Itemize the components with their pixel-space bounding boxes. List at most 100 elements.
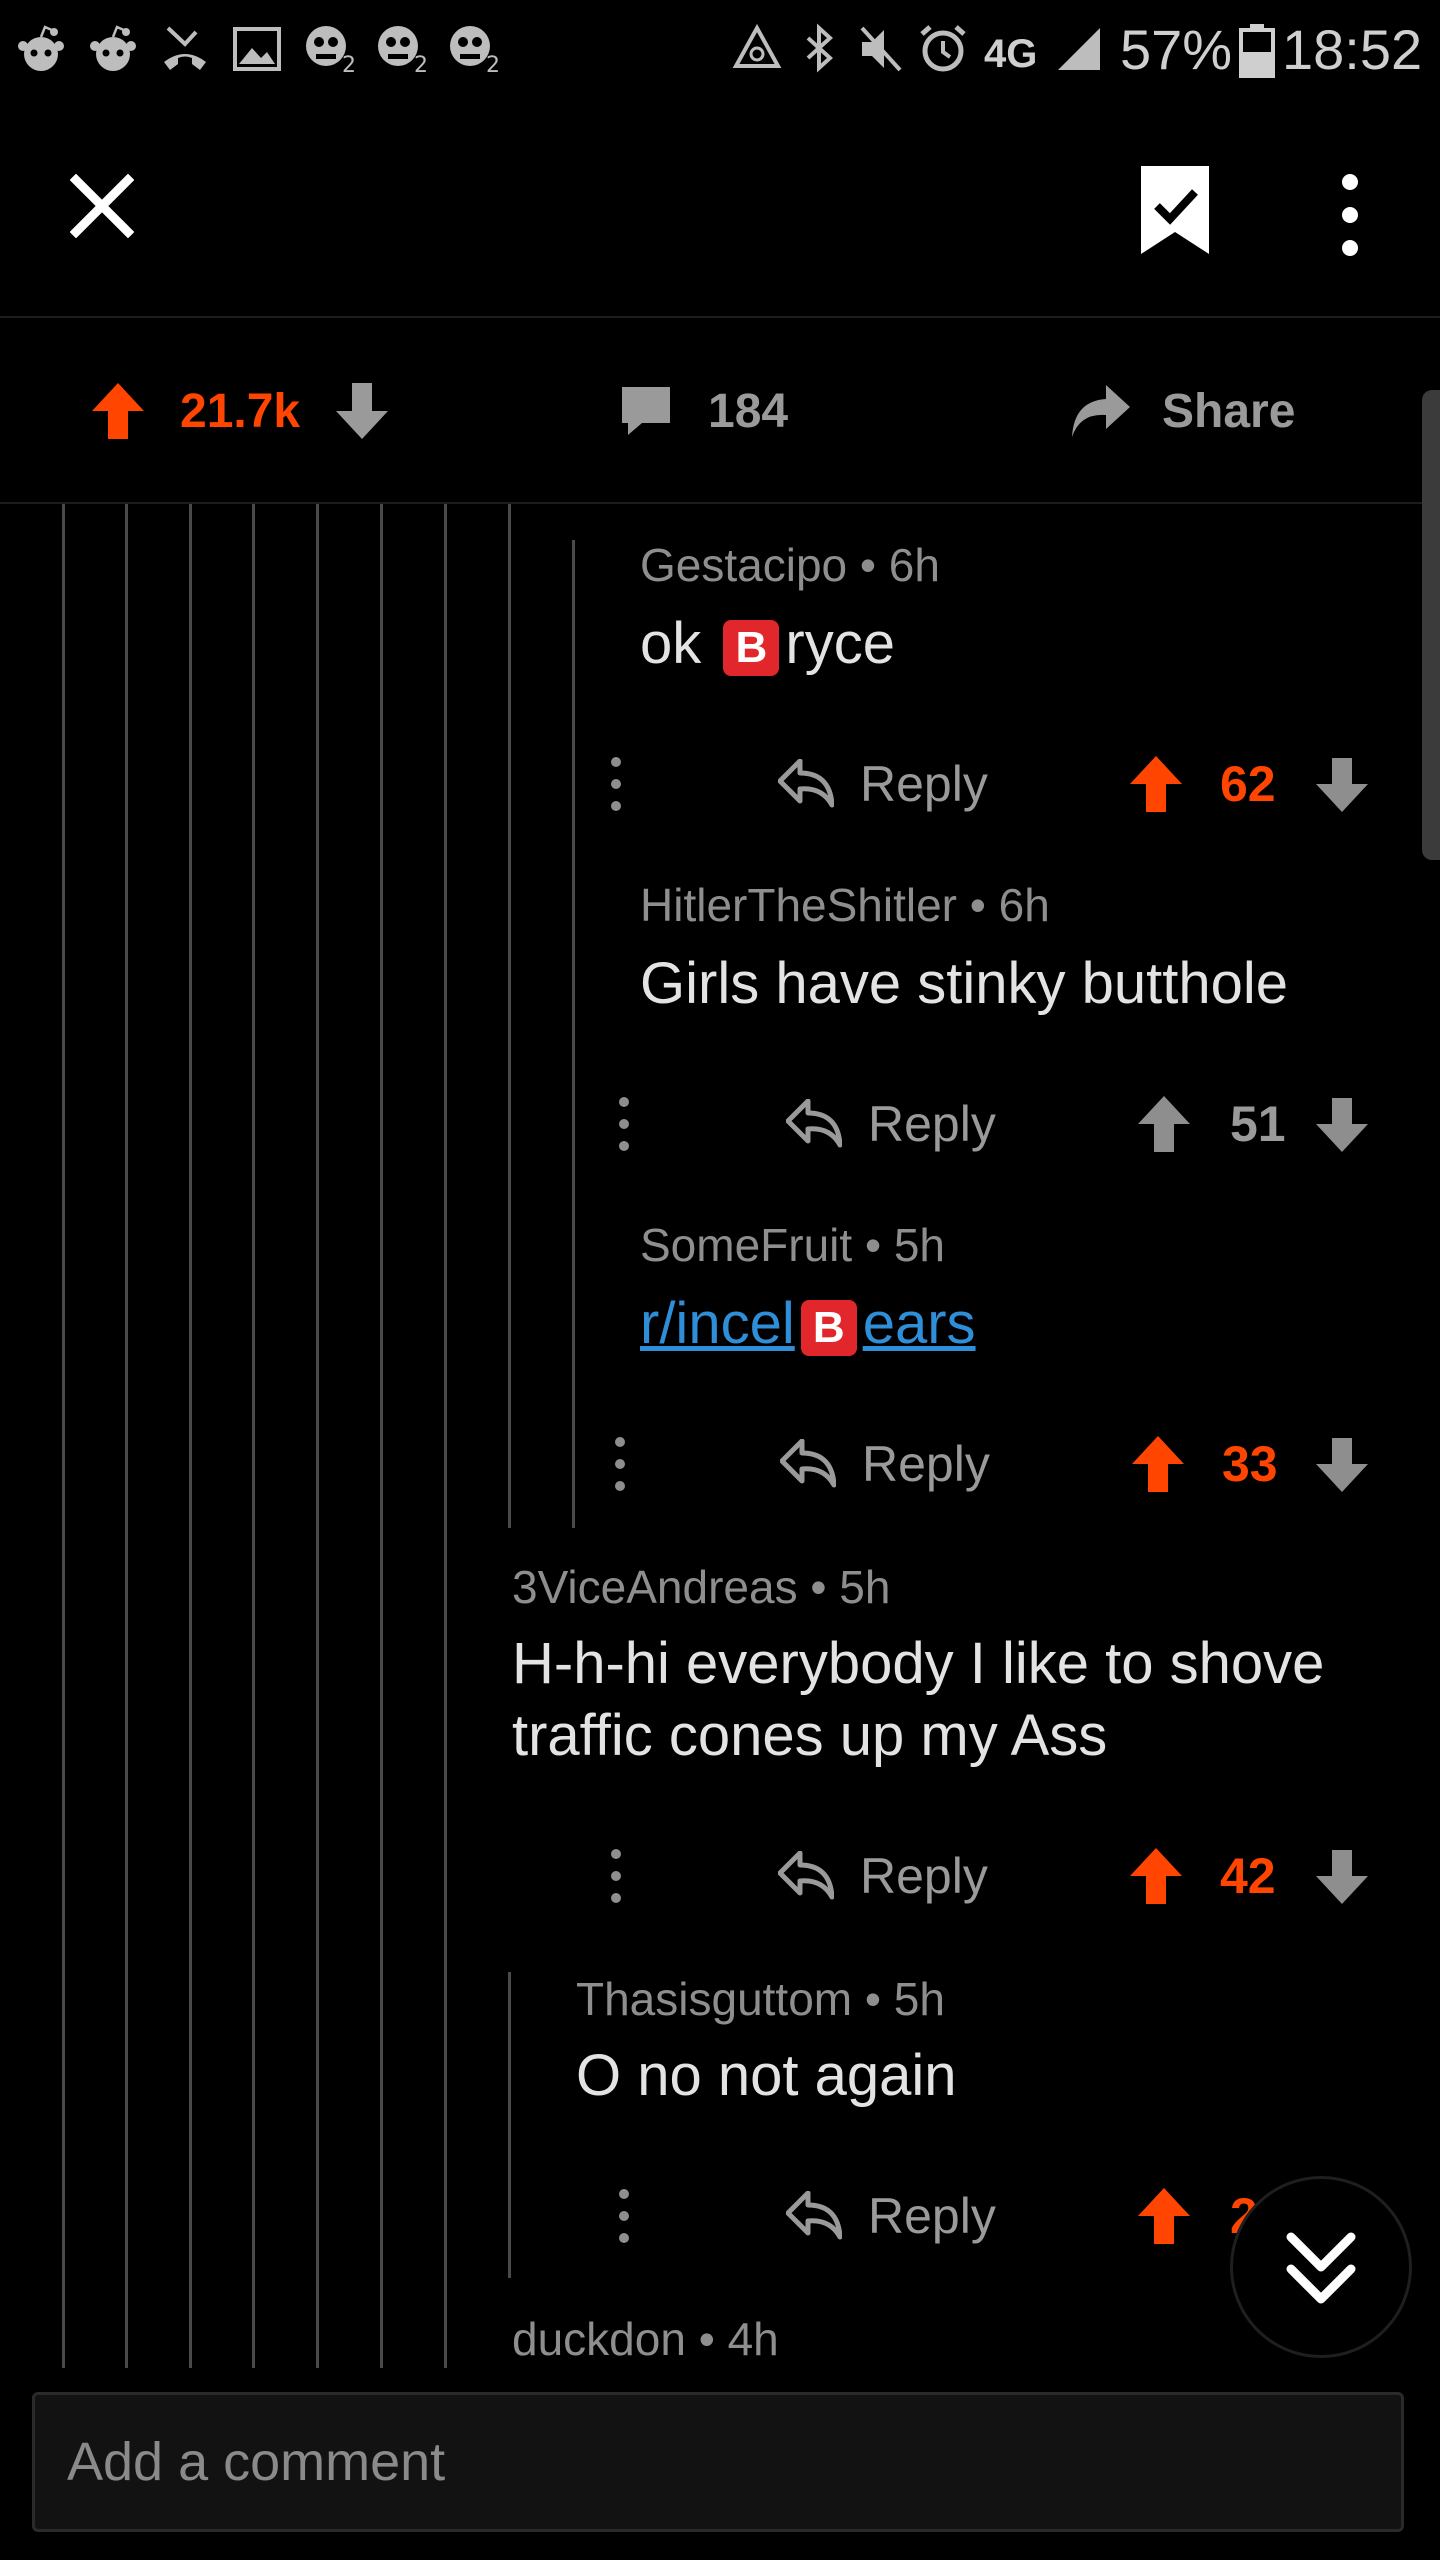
vote-count: 62	[1220, 756, 1276, 812]
comment-age: 6h	[998, 879, 1050, 931]
comment-age: 5h	[893, 1219, 946, 1271]
image-icon	[230, 22, 284, 76]
kebab-menu-icon	[615, 1437, 625, 1491]
reply-label: Reply	[868, 1096, 996, 1152]
thread-line	[572, 540, 575, 1528]
bookmark-check-icon	[1141, 166, 1209, 254]
comment-more-button[interactable]	[604, 754, 628, 814]
recycle-icon	[730, 22, 784, 76]
kebab-menu-icon	[619, 2189, 629, 2243]
thread-line	[62, 504, 65, 2368]
kebab-menu-icon	[611, 1849, 621, 1903]
upvote-arrow-icon	[1130, 756, 1182, 812]
separator-dot: •	[859, 539, 889, 591]
mute-icon	[854, 22, 908, 76]
comment-more-button[interactable]	[612, 1094, 636, 1154]
upvote-arrow-icon	[1138, 1096, 1190, 1152]
reply-button[interactable]: Reply	[778, 748, 988, 820]
next-comment-button[interactable]	[1230, 2176, 1412, 2358]
missed-call-icon	[158, 22, 212, 76]
link-text: r/incel	[640, 1291, 795, 1356]
reply-arrow-icon	[778, 759, 834, 808]
vote-count: 42	[1220, 1848, 1276, 1904]
upvote-button[interactable]	[1128, 754, 1184, 814]
reddit-icon	[86, 22, 140, 76]
thread-line	[189, 504, 192, 2368]
comment-more-button[interactable]	[604, 1846, 628, 1906]
downvote-arrow-icon	[1316, 1850, 1368, 1904]
more-options-button[interactable]	[1325, 170, 1375, 260]
downvote-button[interactable]	[1314, 1096, 1370, 1154]
svg-text:2: 2	[486, 53, 500, 76]
post-downvote-button[interactable]	[334, 376, 390, 446]
b-button-emoji-icon: B	[800, 1299, 857, 1356]
upvote-button[interactable]	[1130, 1434, 1186, 1494]
share-arrow-icon	[1072, 385, 1130, 437]
separator-dot: •	[810, 1561, 840, 1613]
separator-dot: •	[698, 2313, 728, 2365]
comment-age: 6h	[888, 539, 940, 591]
network-4g-icon: 4G	[984, 32, 1038, 76]
separator-dot: •	[864, 1219, 894, 1271]
downvote-arrow-icon	[336, 383, 388, 439]
double-chevron-down-icon	[1286, 2232, 1356, 2304]
comment-author[interactable]: HitlerTheShitler	[640, 879, 957, 931]
kebab-menu-icon	[619, 1097, 629, 1151]
scrollbar-thumb[interactable]	[1422, 390, 1440, 860]
comment-author[interactable]: Gestacipo	[640, 539, 847, 591]
post-action-bar: 21.7k 184 Share	[0, 318, 1440, 504]
comment-actions: Reply 51	[608, 1084, 1388, 1164]
comment-body: ok Bryce	[640, 608, 895, 680]
comment-age: 4h	[727, 2313, 779, 2365]
comment-author[interactable]: SomeFruit	[640, 1219, 852, 1271]
comment-actions: Reply 42	[600, 1836, 1380, 1916]
upvote-button[interactable]	[1136, 2186, 1192, 2246]
upvote-button[interactable]	[1128, 1846, 1184, 1906]
reply-button[interactable]: Reply	[786, 1088, 996, 1160]
thread-line	[380, 504, 383, 2368]
close-button[interactable]	[69, 173, 154, 258]
downvote-button[interactable]	[1314, 1436, 1370, 1494]
comment-author[interactable]: Thasisguttom	[576, 1973, 852, 2025]
subreddit-link[interactable]: r/incel Bears	[640, 1288, 976, 1360]
downvote-arrow-icon	[1316, 1098, 1368, 1152]
reply-button[interactable]: Reply	[778, 1840, 988, 1912]
comment-actions: Reply 2	[608, 2176, 1258, 2256]
share-button[interactable]: Share	[1068, 376, 1295, 446]
pvz-zombie-icon: 2	[444, 22, 500, 78]
upvote-arrow-icon	[1132, 1436, 1184, 1492]
vote-count: 33	[1222, 1436, 1278, 1492]
comment-author[interactable]: 3ViceAndreas	[512, 1561, 798, 1613]
bluetooth-icon	[792, 22, 846, 76]
upvote-button[interactable]	[1136, 1094, 1192, 1154]
thread-line	[508, 504, 511, 1528]
comment-count: 184	[708, 384, 789, 438]
comments-button[interactable]	[618, 376, 674, 446]
thread-line	[252, 504, 255, 2368]
comment-author[interactable]: duckdon	[512, 2313, 686, 2365]
comment-more-button[interactable]	[612, 2186, 636, 2246]
save-button[interactable]	[1135, 162, 1215, 258]
downvote-button[interactable]	[1314, 756, 1370, 814]
share-label: Share	[1162, 384, 1296, 438]
comment-text-line: traffic cones up my Ass	[512, 1703, 1108, 1768]
pvz-zombie-icon: 2	[372, 22, 428, 78]
reply-label: Reply	[862, 1436, 990, 1492]
comment-more-button[interactable]	[608, 1434, 632, 1494]
vote-count: 51	[1230, 1096, 1286, 1152]
reply-label: Reply	[860, 756, 988, 812]
post-upvote-button[interactable]	[90, 376, 146, 446]
comment-input[interactable]	[35, 2395, 1401, 2529]
top-bar	[0, 110, 1440, 318]
reply-label: Reply	[868, 2188, 996, 2244]
comment-body: H-h-hi everybody I like to shove traffic…	[512, 1628, 1324, 1772]
reply-button[interactable]: Reply	[786, 2180, 996, 2252]
comment-body: O no not again	[576, 2043, 957, 2108]
comment-text-line: H-h-hi everybody I like to shove	[512, 1631, 1325, 1696]
reply-button[interactable]: Reply	[780, 1428, 990, 1500]
b-button-emoji-icon: B	[723, 619, 780, 676]
reply-arrow-icon	[780, 1439, 836, 1488]
comment-actions: Reply 33	[604, 1424, 1384, 1504]
comment-composer	[0, 2376, 1440, 2560]
downvote-button[interactable]	[1314, 1848, 1370, 1906]
